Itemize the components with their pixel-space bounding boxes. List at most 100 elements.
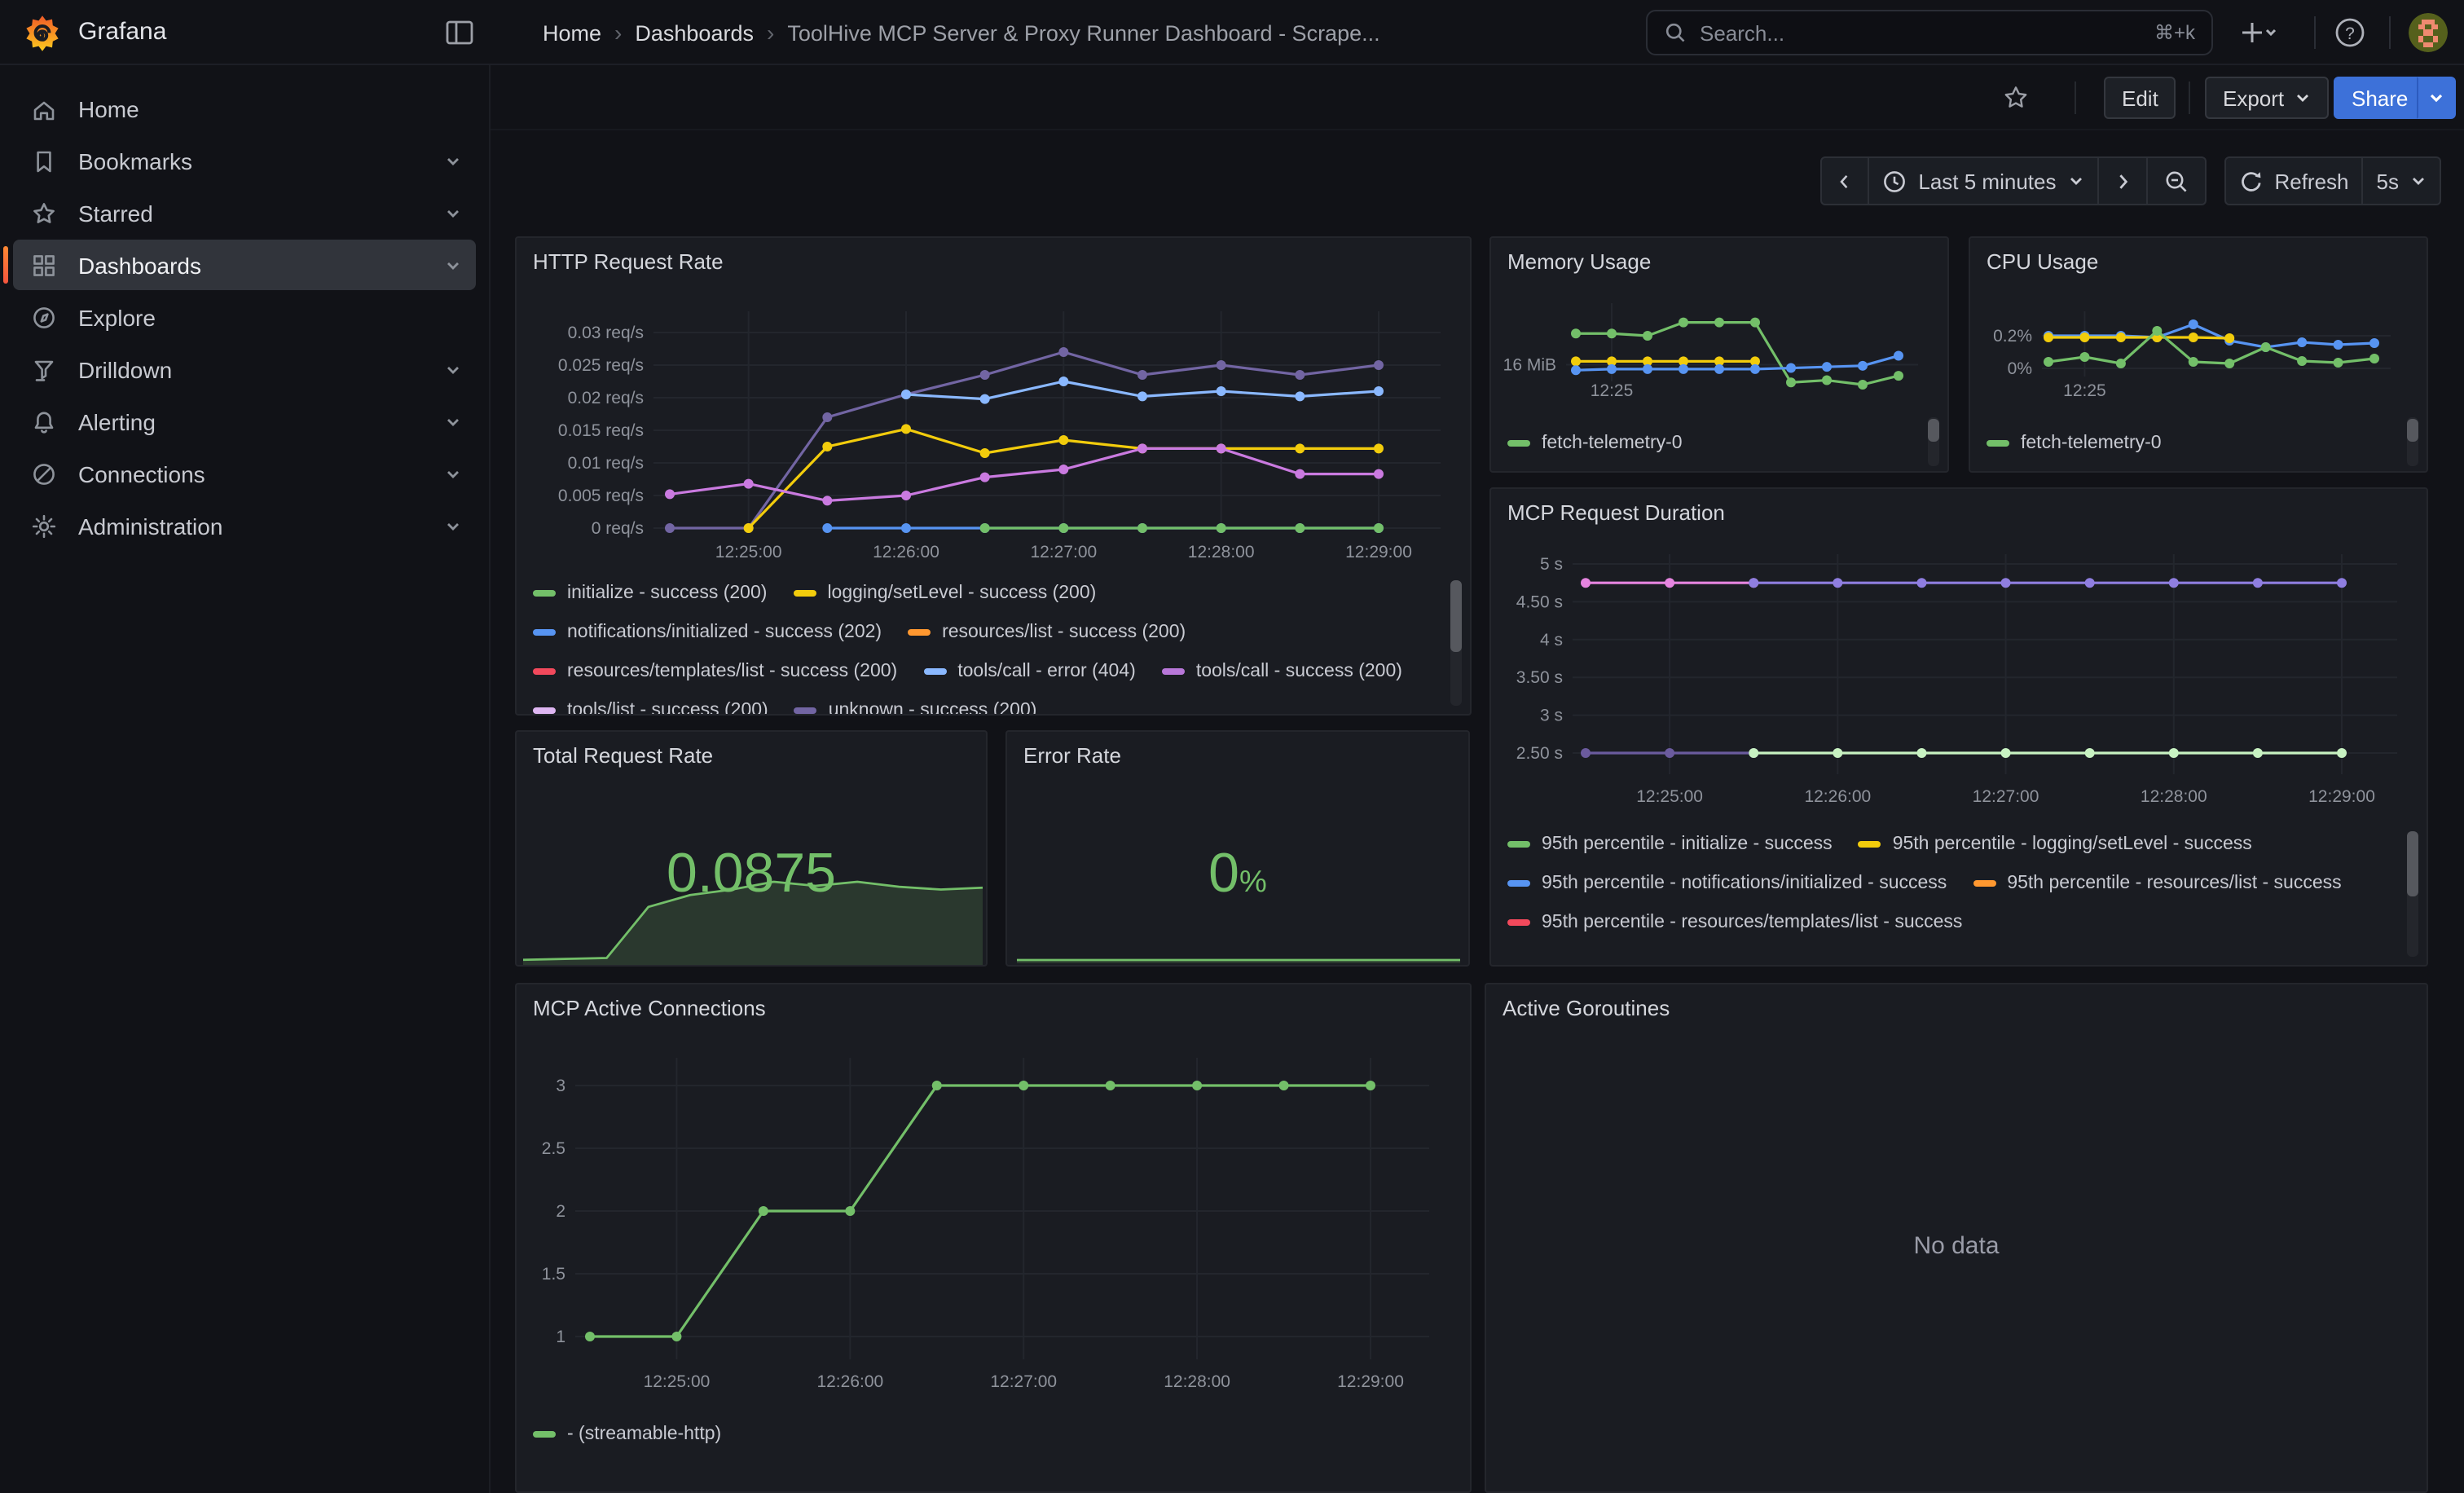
legend-item[interactable]: tools/list - success (200) xyxy=(533,698,768,714)
legend-scrollbar[interactable] xyxy=(1928,417,1939,466)
refresh-interval-picker[interactable]: 5s xyxy=(2364,156,2441,205)
sidebar-item-home[interactable]: Home xyxy=(13,83,476,134)
star-dashboard-button[interactable] xyxy=(1998,80,2034,116)
refresh-interval-label: 5s xyxy=(2377,169,2399,193)
legend-swatch xyxy=(793,589,816,596)
legend-swatch xyxy=(1987,439,2009,446)
svg-text:4.50 s: 4.50 s xyxy=(1516,592,1563,611)
svg-text:5 s: 5 s xyxy=(1540,555,1563,574)
legend-label: tools/list - success (200) xyxy=(567,700,768,714)
sidebar-item-label: Drilldown xyxy=(78,356,424,382)
breadcrumb-item[interactable]: Dashboards xyxy=(635,20,754,45)
legend-label: 95th percentile - notifications/initiali… xyxy=(1542,873,1947,892)
legend-swatch xyxy=(1507,439,1530,446)
time-shift-forward-button[interactable] xyxy=(2098,156,2147,205)
search-input[interactable]: Search... ⌘+k xyxy=(1646,10,2213,55)
svg-text:2.5: 2.5 xyxy=(542,1139,565,1158)
sidebar-item-dashboards[interactable]: Dashboards xyxy=(13,240,476,290)
sidebar-item-alerting[interactable]: Alerting xyxy=(13,396,476,447)
svg-text:12:25: 12:25 xyxy=(1591,381,1634,400)
legend-swatch xyxy=(533,589,556,596)
sidebar-item-explore[interactable]: Explore xyxy=(13,292,476,342)
legend-item[interactable]: - (streamable-http) xyxy=(533,1421,721,1446)
breadcrumb-separator: › xyxy=(614,20,622,46)
breadcrumb-item: ToolHive MCP Server & Proxy Runner Dashb… xyxy=(787,20,1379,45)
legend-scrollbar[interactable] xyxy=(2407,417,2418,466)
home-icon xyxy=(29,94,59,123)
legend-item[interactable]: 95th percentile - resources/list - succe… xyxy=(1973,870,2341,895)
chevron-down-icon xyxy=(443,412,463,431)
zoom-out-time-button[interactable] xyxy=(2147,156,2206,205)
clock-icon xyxy=(1882,169,1907,193)
legend-scrollbar[interactable] xyxy=(1450,580,1462,706)
legend-label: fetch-telemetry-0 xyxy=(1542,433,1683,452)
legend-item[interactable]: tools/call - success (200) xyxy=(1162,658,1402,683)
dashboard-main: Edit Export Share xyxy=(491,65,2464,1493)
grafana-logo-icon[interactable] xyxy=(23,13,62,52)
svg-text:12:28:00: 12:28:00 xyxy=(1164,1372,1230,1391)
sidebar-item-drilldown[interactable]: Drilldown xyxy=(13,344,476,394)
legend-item[interactable]: notifications/initialized - success (202… xyxy=(533,619,882,644)
legend-item[interactable]: 95th percentile - logging/setLevel - suc… xyxy=(1859,831,2252,856)
legend-item[interactable]: 95th percentile - resources/templates/li… xyxy=(1507,909,1962,934)
sidebar-item-label: Home xyxy=(78,95,463,121)
chevron-down-icon xyxy=(2410,173,2427,189)
add-new-button[interactable] xyxy=(2239,13,2278,52)
apps-icon xyxy=(29,250,59,280)
sidebar-item-label: Dashboards xyxy=(78,252,424,278)
legend-label: resources/templates/list - success (200) xyxy=(567,661,897,680)
legend-item[interactable]: tools/call - error (404) xyxy=(923,658,1136,683)
svg-text:12:26:00: 12:26:00 xyxy=(1804,787,1871,806)
bell-icon xyxy=(29,407,59,436)
legend-swatch xyxy=(533,667,556,674)
zoom-out-icon xyxy=(2163,169,2188,193)
error-rate-unit: % xyxy=(1239,865,1267,900)
sidebar-item-administration[interactable]: Administration xyxy=(13,500,476,551)
svg-text:2: 2 xyxy=(556,1202,565,1221)
legend-item[interactable]: 95th percentile - notifications/initiali… xyxy=(1507,870,1947,895)
help-button[interactable]: ? xyxy=(2330,13,2369,52)
sidebar-item-starred[interactable]: Starred xyxy=(13,187,476,238)
refresh-label: Refresh xyxy=(2274,169,2348,193)
legend-label: 95th percentile - resources/list - succe… xyxy=(2007,873,2341,892)
panel-active-goroutines: Active Goroutines No data xyxy=(1485,983,2428,1493)
panel-error-rate: Error Rate 0% xyxy=(1005,730,1470,967)
sidebar-toggle-icon[interactable] xyxy=(445,18,474,47)
legend-item[interactable]: resources/list - success (200) xyxy=(908,619,1186,644)
legend-label: resources/list - success (200) xyxy=(942,622,1186,641)
share-dropdown-button[interactable] xyxy=(2417,77,2456,119)
legend-label: 95th percentile - resources/templates/li… xyxy=(1542,912,1962,931)
legend-item[interactable]: fetch-telemetry-0 xyxy=(1987,430,2162,455)
legend-item[interactable]: unknown - success (200) xyxy=(794,698,1037,714)
error-rate-value: 0% xyxy=(1007,843,1468,906)
panel-title[interactable]: Active Goroutines xyxy=(1503,996,1670,1020)
sidebar-item-bookmarks[interactable]: Bookmarks xyxy=(13,135,476,186)
user-avatar[interactable] xyxy=(2409,13,2448,52)
export-button[interactable]: Export xyxy=(2205,77,2328,119)
breadcrumb-separator: › xyxy=(767,20,774,46)
legend-item[interactable]: fetch-telemetry-0 xyxy=(1507,430,1683,455)
chevron-down-icon xyxy=(2294,90,2310,106)
share-button[interactable]: Share xyxy=(2334,77,2426,119)
bookmark-icon xyxy=(29,146,59,175)
legend-swatch xyxy=(1859,840,1881,847)
refresh-button[interactable]: Refresh xyxy=(2224,156,2363,205)
legend-item[interactable]: logging/setLevel - success (200) xyxy=(793,580,1096,605)
chevron-down-icon xyxy=(443,203,463,222)
active-indicator xyxy=(3,246,8,284)
legend-item[interactable]: initialize - success (200) xyxy=(533,580,767,605)
svg-text:1: 1 xyxy=(556,1328,565,1346)
svg-text:12:29:00: 12:29:00 xyxy=(2308,787,2375,806)
sidebar-item-connections[interactable]: Connections xyxy=(13,448,476,499)
legend-label: 95th percentile - logging/setLevel - suc… xyxy=(1893,834,2252,853)
edit-button[interactable]: Edit xyxy=(2104,77,2176,119)
legend-item[interactable]: 95th percentile - initialize - success xyxy=(1507,831,1833,856)
breadcrumb-item[interactable]: Home xyxy=(543,20,601,45)
legend-scrollbar[interactable] xyxy=(2407,831,2418,957)
time-shift-back-button[interactable] xyxy=(1820,156,1869,205)
legend-label: unknown - success (200) xyxy=(829,700,1037,714)
time-range-label: Last 5 minutes xyxy=(1918,169,2056,193)
time-range-picker[interactable]: Last 5 minutes xyxy=(1869,156,2098,205)
legend-item[interactable]: resources/templates/list - success (200) xyxy=(533,658,897,683)
svg-text:0.005 req/s: 0.005 req/s xyxy=(558,487,644,505)
